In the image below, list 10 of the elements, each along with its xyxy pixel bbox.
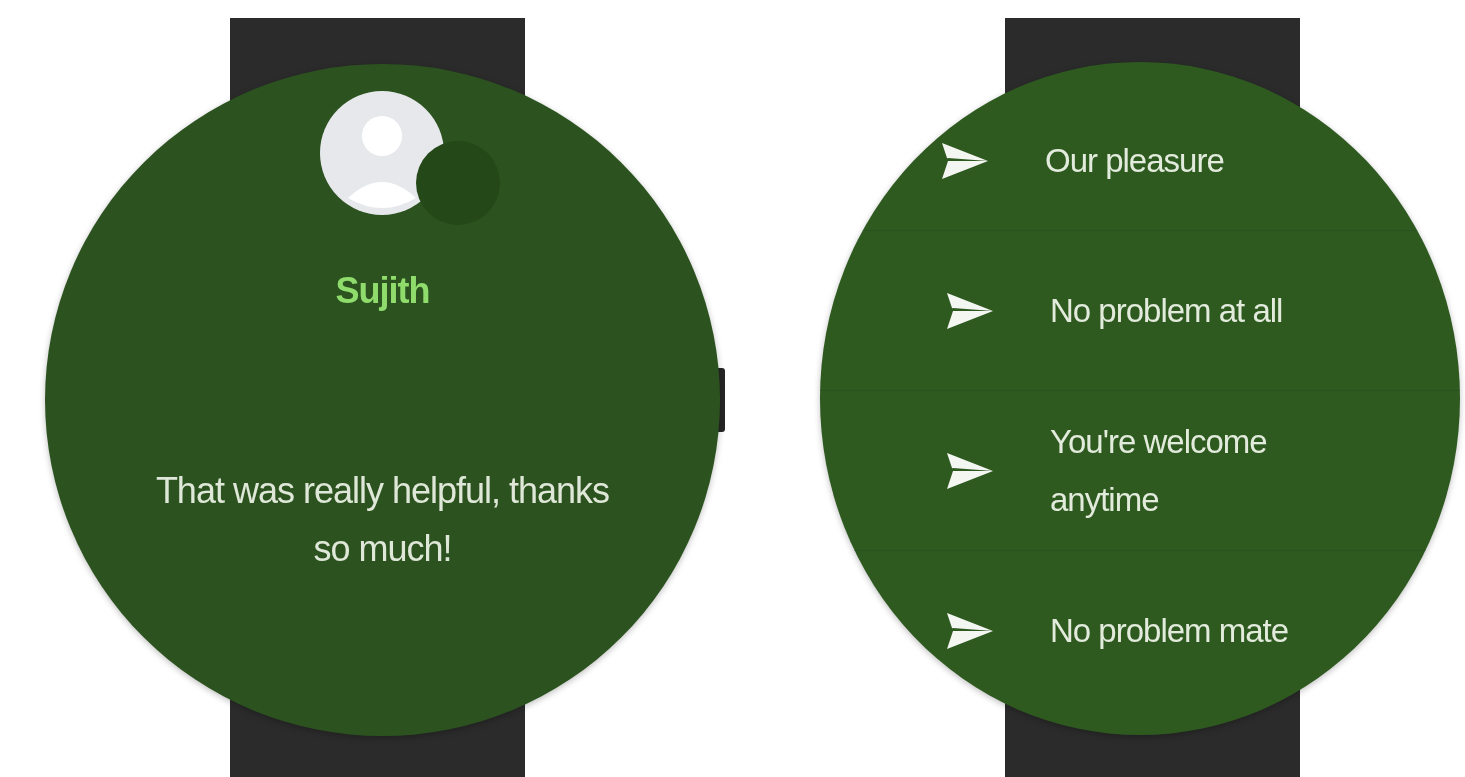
- send-icon: [945, 610, 995, 651]
- reply-option[interactable]: You're welcome anytime: [820, 390, 1460, 550]
- reply-option[interactable]: No problem mate: [820, 550, 1460, 710]
- send-icon: [945, 450, 995, 491]
- reply-option[interactable]: No problem at all: [820, 230, 1460, 390]
- message-text: That was really helpful, thanks so much!: [154, 469, 611, 571]
- reply-option[interactable]: Our pleasure: [820, 92, 1460, 230]
- contact-name: Sujith: [335, 270, 430, 312]
- send-icon: [940, 141, 990, 181]
- send-icon: [945, 290, 995, 331]
